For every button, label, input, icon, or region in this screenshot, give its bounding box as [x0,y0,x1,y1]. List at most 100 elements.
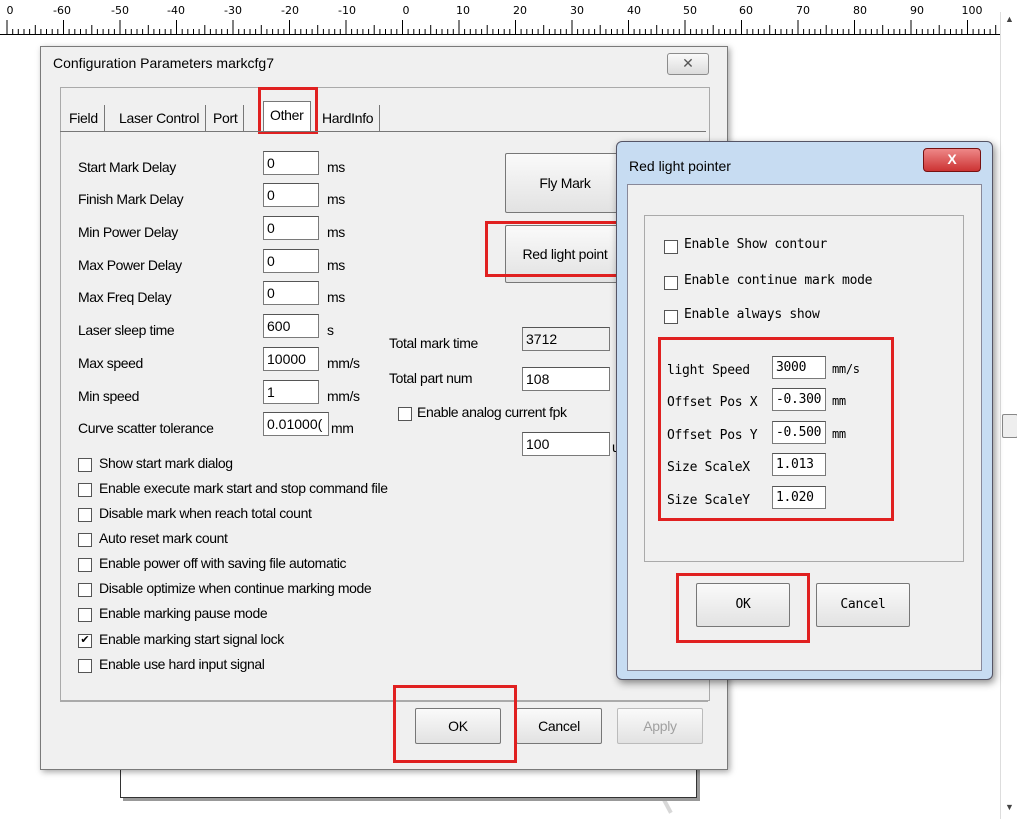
option-checkbox[interactable] [78,508,92,522]
ruler-label: 0 [402,4,410,17]
analog-current-field[interactable]: 100 [522,432,610,456]
param-field[interactable]: 1 [263,380,319,404]
ruler-label: 0 [6,4,14,17]
param-unit: ms [327,159,345,175]
option-checkbox[interactable] [78,533,92,547]
tab-hardinfo[interactable]: HardInfo [316,105,381,131]
param-label: Min speed [78,388,139,404]
option-label: Disable optimize when continue marking m… [99,580,372,596]
ruler-label: -60 [53,4,71,17]
param-label: Max Power Delay [78,257,182,273]
param-field[interactable]: 0.01000( [263,412,329,436]
scrollbar-thumb[interactable] [1002,414,1017,438]
option-label: Enable use hard input signal [99,656,265,672]
option-checkbox[interactable] [78,659,92,673]
button-label: Apply [643,718,677,734]
button-label: Cancel [538,718,580,734]
highlight-red-light-button [485,221,628,277]
red-light-dialog-title: Red light pointer [629,158,731,174]
option-checkbox[interactable] [78,608,92,622]
ruler-label: 80 [853,4,867,17]
highlight-ok-button [393,685,517,763]
ruler-label: 60 [739,4,753,17]
param-unit: ms [327,289,345,305]
option-label: Auto reset mark count [99,530,228,546]
option-checkbox[interactable]: ✔ [78,634,92,648]
tab-laser-control[interactable]: Laser Control [113,105,207,131]
total-mark-time-field: 3712 [522,327,610,351]
vertical-scrollbar[interactable]: ▲ ▼ [1000,12,1017,819]
ruler-label: -30 [224,4,242,17]
param-label: Curve scatter tolerance [78,420,214,436]
option-label: Enable marking pause mode [99,605,268,621]
param-unit: s [327,322,334,338]
ruler-label: 40 [627,4,641,17]
horizontal-ruler: 0 -60 -50 -40 -30 -20 -10 0 10 20 30 40 50 60 70 80 90 10… [0,0,1000,35]
param-field[interactable]: 0 [263,281,319,305]
param-field[interactable]: 0 [263,216,319,240]
param-unit: mm [331,420,354,436]
total-mark-time-label: Total mark time [389,335,478,351]
button-label: Fly Mark [539,175,591,191]
param-label: Laser sleep time [78,322,175,338]
red-dialog-body: Enable Show contour Enable continue mark… [627,184,982,671]
fly-mark-button[interactable]: Fly Mark [505,153,625,213]
scroll-down-icon[interactable]: ▼ [1001,802,1017,816]
config-dialog-title: Configuration Parameters markcfg7 [53,55,274,71]
ruler-label: -10 [338,4,356,17]
red-option-label: Enable continue mark mode [684,273,873,288]
param-label: Max Freq Delay [78,289,172,305]
option-label: Enable marking start signal lock [99,631,284,647]
ruler-label: -50 [111,4,129,17]
option-checkbox[interactable] [78,583,92,597]
red-option-checkbox[interactable] [664,240,678,254]
cancel-button[interactable]: Cancel [516,708,602,744]
analog-current-checkbox[interactable] [398,407,412,421]
red-option-label: Enable Show contour [684,237,828,252]
close-button[interactable]: ✕ [667,53,709,75]
scroll-up-icon[interactable]: ▲ [1001,14,1017,28]
ruler-label: 20 [513,4,527,17]
close-button[interactable]: X [923,148,981,172]
analog-current-label: Enable analog current fpk [417,404,567,420]
tab-field[interactable]: Field [63,105,105,131]
tab-label: Field [69,110,98,126]
param-unit: ms [327,224,345,240]
tab-label: Laser Control [119,110,200,126]
ruler-label: 30 [570,4,584,17]
param-field[interactable]: 0 [263,151,319,175]
red-cancel-button[interactable]: Cancel [816,583,910,627]
highlight-red-ok [676,573,810,643]
divider [60,701,708,702]
tab-label: Port [213,110,238,126]
ruler-label: -20 [281,4,299,17]
ruler-label: 100 [961,4,983,17]
tab-label: HardInfo [322,110,374,126]
red-option-label: Enable always show [684,307,820,322]
param-field[interactable]: 0 [263,249,319,273]
option-checkbox[interactable] [78,483,92,497]
option-checkbox[interactable] [78,558,92,572]
option-label: Disable mark when reach total count [99,505,312,521]
close-icon: X [947,151,957,167]
param-label: Max speed [78,355,143,371]
red-option-checkbox[interactable] [664,276,678,290]
apply-button[interactable]: Apply [617,708,703,744]
option-label: Enable execute mark start and stop comma… [99,480,388,496]
param-field[interactable]: 10000 [263,347,319,371]
param-unit: ms [327,257,345,273]
param-field[interactable]: 0 [263,183,319,207]
ruler-label: 10 [456,4,470,17]
ruler-label: -40 [167,4,185,17]
red-option-checkbox[interactable] [664,310,678,324]
ruler-label: 50 [683,4,697,17]
ruler-label: 70 [796,4,810,17]
param-field[interactable]: 600 [263,314,319,338]
option-checkbox[interactable] [78,458,92,472]
tab-port[interactable]: Port [207,105,245,131]
option-label: Show start mark dialog [99,455,233,471]
total-part-num-field[interactable]: 108 [522,367,610,391]
param-unit: ms [327,191,345,207]
button-label: Cancel [840,597,886,612]
param-unit: mm/s [327,388,360,404]
